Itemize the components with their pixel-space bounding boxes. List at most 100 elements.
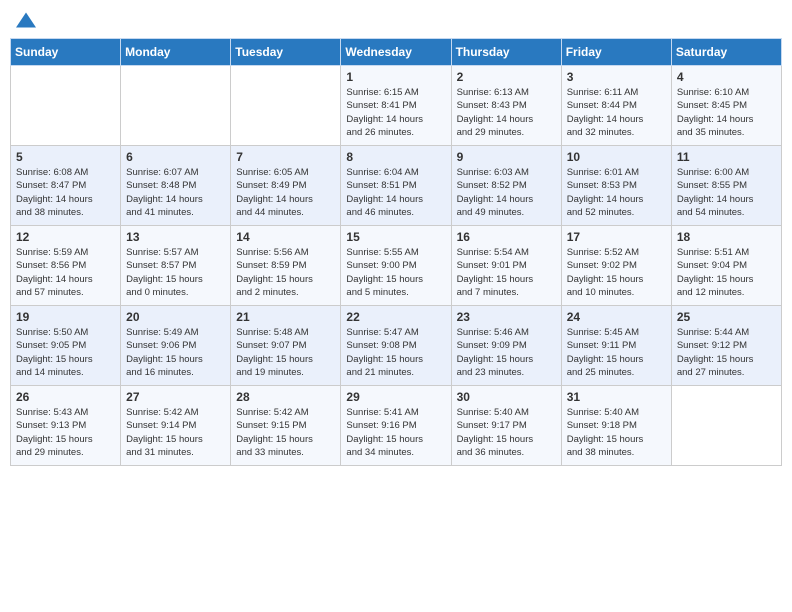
day-cell: 31Sunrise: 5:40 AM Sunset: 9:18 PM Dayli… — [561, 386, 671, 466]
day-cell: 17 Sunrise: 5:52 AM Sunset: 9:02 PM Dayli… — [561, 226, 671, 306]
calendar-body: 1Sunrise: 6:15 AM Sunset: 8:41 PM Daylig… — [11, 66, 782, 466]
week-row-4: 19 Sunrise: 5:50 AM Sunset: 9:05 PM Dayli… — [11, 306, 782, 386]
weekday-header-wednesday: Wednesday — [341, 39, 451, 66]
day-info: Sunrise: 5:57 AM Sunset: 8:57 PM Dayligh… — [126, 246, 225, 299]
day-number: 15 — [346, 230, 445, 244]
day-cell: 12 Sunrise: 5:59 AM Sunset: 8:56 PM Dayli… — [11, 226, 121, 306]
day-info: Sunrise: 6:11 AM Sunset: 8:44 PM Dayligh… — [567, 86, 666, 139]
day-number: 24 — [567, 310, 666, 324]
day-info: Sunrise: 5:52 AM Sunset: 9:02 PM Dayligh… — [567, 246, 666, 299]
day-cell: 24Sunrise: 5:45 AM Sunset: 9:11 PM Dayli… — [561, 306, 671, 386]
day-info: Sunrise: 5:50 AM Sunset: 9:05 PM Dayligh… — [16, 326, 115, 379]
day-cell: 25Sunrise: 5:44 AM Sunset: 9:12 PM Dayli… — [671, 306, 781, 386]
day-cell: 4 Sunrise: 6:10 AM Sunset: 8:45 PM Daylig… — [671, 66, 781, 146]
day-cell: 20 Sunrise: 5:49 AM Sunset: 9:06 PM Dayli… — [121, 306, 231, 386]
day-info: Sunrise: 6:05 AM Sunset: 8:49 PM Dayligh… — [236, 166, 335, 219]
day-cell: 27 Sunrise: 5:42 AM Sunset: 9:14 PM Dayli… — [121, 386, 231, 466]
day-cell: 28Sunrise: 5:42 AM Sunset: 9:15 PM Dayli… — [231, 386, 341, 466]
day-number: 25 — [677, 310, 776, 324]
day-cell: 8 Sunrise: 6:04 AM Sunset: 8:51 PM Daylig… — [341, 146, 451, 226]
day-cell: 16 Sunrise: 5:54 AM Sunset: 9:01 PM Dayli… — [451, 226, 561, 306]
day-cell: 21 Sunrise: 5:48 AM Sunset: 9:07 PM Dayli… — [231, 306, 341, 386]
day-cell: 3 Sunrise: 6:11 AM Sunset: 8:44 PM Daylig… — [561, 66, 671, 146]
day-number: 18 — [677, 230, 776, 244]
day-info: Sunrise: 6:00 AM Sunset: 8:55 PM Dayligh… — [677, 166, 776, 219]
day-info: Sunrise: 6:04 AM Sunset: 8:51 PM Dayligh… — [346, 166, 445, 219]
day-info: Sunrise: 6:13 AM Sunset: 8:43 PM Dayligh… — [457, 86, 556, 139]
weekday-header-monday: Monday — [121, 39, 231, 66]
week-row-3: 12 Sunrise: 5:59 AM Sunset: 8:56 PM Dayli… — [11, 226, 782, 306]
weekday-header-saturday: Saturday — [671, 39, 781, 66]
day-info: Sunrise: 6:10 AM Sunset: 8:45 PM Dayligh… — [677, 86, 776, 139]
day-number: 23 — [457, 310, 556, 324]
day-number: 17 — [567, 230, 666, 244]
day-cell: 10 Sunrise: 6:01 AM Sunset: 8:53 PM Dayli… — [561, 146, 671, 226]
day-info: Sunrise: 5:54 AM Sunset: 9:01 PM Dayligh… — [457, 246, 556, 299]
day-cell: 6 Sunrise: 6:07 AM Sunset: 8:48 PM Daylig… — [121, 146, 231, 226]
calendar: SundayMondayTuesdayWednesdayThursdayFrid… — [10, 38, 782, 466]
day-number: 12 — [16, 230, 115, 244]
day-info: Sunrise: 6:01 AM Sunset: 8:53 PM Dayligh… — [567, 166, 666, 219]
day-info: Sunrise: 5:46 AM Sunset: 9:09 PM Dayligh… — [457, 326, 556, 379]
weekday-header-friday: Friday — [561, 39, 671, 66]
day-info: Sunrise: 5:51 AM Sunset: 9:04 PM Dayligh… — [677, 246, 776, 299]
day-info: Sunrise: 5:56 AM Sunset: 8:59 PM Dayligh… — [236, 246, 335, 299]
header — [10, 10, 782, 30]
day-info: Sunrise: 5:48 AM Sunset: 9:07 PM Dayligh… — [236, 326, 335, 379]
day-number: 16 — [457, 230, 556, 244]
day-info: Sunrise: 6:07 AM Sunset: 8:48 PM Dayligh… — [126, 166, 225, 219]
day-cell — [231, 66, 341, 146]
logo — [14, 10, 36, 30]
day-number: 2 — [457, 70, 556, 84]
day-info: Sunrise: 5:42 AM Sunset: 9:14 PM Dayligh… — [126, 406, 225, 459]
day-number: 11 — [677, 150, 776, 164]
weekday-row: SundayMondayTuesdayWednesdayThursdayFrid… — [11, 39, 782, 66]
day-info: Sunrise: 5:47 AM Sunset: 9:08 PM Dayligh… — [346, 326, 445, 379]
day-cell — [671, 386, 781, 466]
logo-icon — [16, 10, 36, 30]
day-number: 10 — [567, 150, 666, 164]
day-number: 4 — [677, 70, 776, 84]
day-info: Sunrise: 6:15 AM Sunset: 8:41 PM Dayligh… — [346, 86, 445, 139]
day-cell: 1Sunrise: 6:15 AM Sunset: 8:41 PM Daylig… — [341, 66, 451, 146]
weekday-header-tuesday: Tuesday — [231, 39, 341, 66]
week-row-1: 1Sunrise: 6:15 AM Sunset: 8:41 PM Daylig… — [11, 66, 782, 146]
day-number: 21 — [236, 310, 335, 324]
day-cell — [121, 66, 231, 146]
day-info: Sunrise: 5:41 AM Sunset: 9:16 PM Dayligh… — [346, 406, 445, 459]
day-number: 6 — [126, 150, 225, 164]
day-info: Sunrise: 5:49 AM Sunset: 9:06 PM Dayligh… — [126, 326, 225, 379]
weekday-header-thursday: Thursday — [451, 39, 561, 66]
day-number: 14 — [236, 230, 335, 244]
day-cell: 18 Sunrise: 5:51 AM Sunset: 9:04 PM Dayli… — [671, 226, 781, 306]
day-number: 19 — [16, 310, 115, 324]
calendar-header: SundayMondayTuesdayWednesdayThursdayFrid… — [11, 39, 782, 66]
day-number: 3 — [567, 70, 666, 84]
day-cell: 19 Sunrise: 5:50 AM Sunset: 9:05 PM Dayli… — [11, 306, 121, 386]
day-number: 26 — [16, 390, 115, 404]
day-info: Sunrise: 6:08 AM Sunset: 8:47 PM Dayligh… — [16, 166, 115, 219]
day-cell: 22Sunrise: 5:47 AM Sunset: 9:08 PM Dayli… — [341, 306, 451, 386]
day-info: Sunrise: 5:59 AM Sunset: 8:56 PM Dayligh… — [16, 246, 115, 299]
day-cell: 26 Sunrise: 5:43 AM Sunset: 9:13 PM Dayli… — [11, 386, 121, 466]
day-cell: 14 Sunrise: 5:56 AM Sunset: 8:59 PM Dayli… — [231, 226, 341, 306]
day-cell: 5 Sunrise: 6:08 AM Sunset: 8:47 PM Daylig… — [11, 146, 121, 226]
day-number: 27 — [126, 390, 225, 404]
day-number: 31 — [567, 390, 666, 404]
day-number: 29 — [346, 390, 445, 404]
day-info: Sunrise: 5:43 AM Sunset: 9:13 PM Dayligh… — [16, 406, 115, 459]
day-number: 5 — [16, 150, 115, 164]
day-cell: 30Sunrise: 5:40 AM Sunset: 9:17 PM Dayli… — [451, 386, 561, 466]
weekday-header-sunday: Sunday — [11, 39, 121, 66]
day-number: 13 — [126, 230, 225, 244]
day-cell: 23 Sunrise: 5:46 AM Sunset: 9:09 PM Dayli… — [451, 306, 561, 386]
day-number: 9 — [457, 150, 556, 164]
day-info: Sunrise: 5:55 AM Sunset: 9:00 PM Dayligh… — [346, 246, 445, 299]
day-number: 20 — [126, 310, 225, 324]
day-number: 8 — [346, 150, 445, 164]
day-cell: 9Sunrise: 6:03 AM Sunset: 8:52 PM Daylig… — [451, 146, 561, 226]
week-row-2: 5 Sunrise: 6:08 AM Sunset: 8:47 PM Daylig… — [11, 146, 782, 226]
day-cell: 15 Sunrise: 5:55 AM Sunset: 9:00 PM Dayli… — [341, 226, 451, 306]
day-cell: 13 Sunrise: 5:57 AM Sunset: 8:57 PM Dayli… — [121, 226, 231, 306]
day-cell: 29 Sunrise: 5:41 AM Sunset: 9:16 PM Dayli… — [341, 386, 451, 466]
